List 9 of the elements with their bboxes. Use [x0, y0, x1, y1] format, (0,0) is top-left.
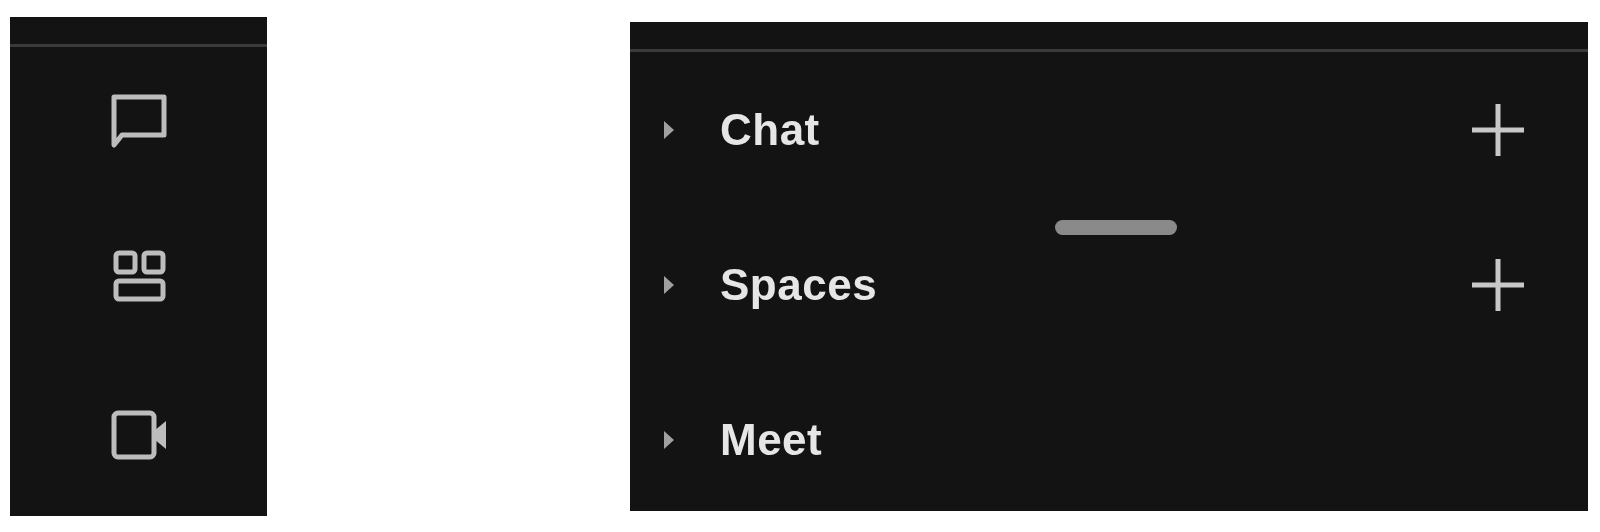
caret-icon[interactable]: [662, 273, 676, 297]
caret-icon[interactable]: [662, 118, 676, 142]
section-header[interactable]: Spaces: [720, 260, 878, 310]
caret-icon[interactable]: [662, 428, 676, 452]
section-header[interactable]: Meet: [720, 415, 823, 465]
add-icon[interactable]: [1470, 102, 1526, 158]
section-header[interactable]: Chat: [720, 105, 820, 155]
drag-handle[interactable]: [1055, 220, 1177, 235]
add-icon[interactable]: [1470, 257, 1526, 313]
